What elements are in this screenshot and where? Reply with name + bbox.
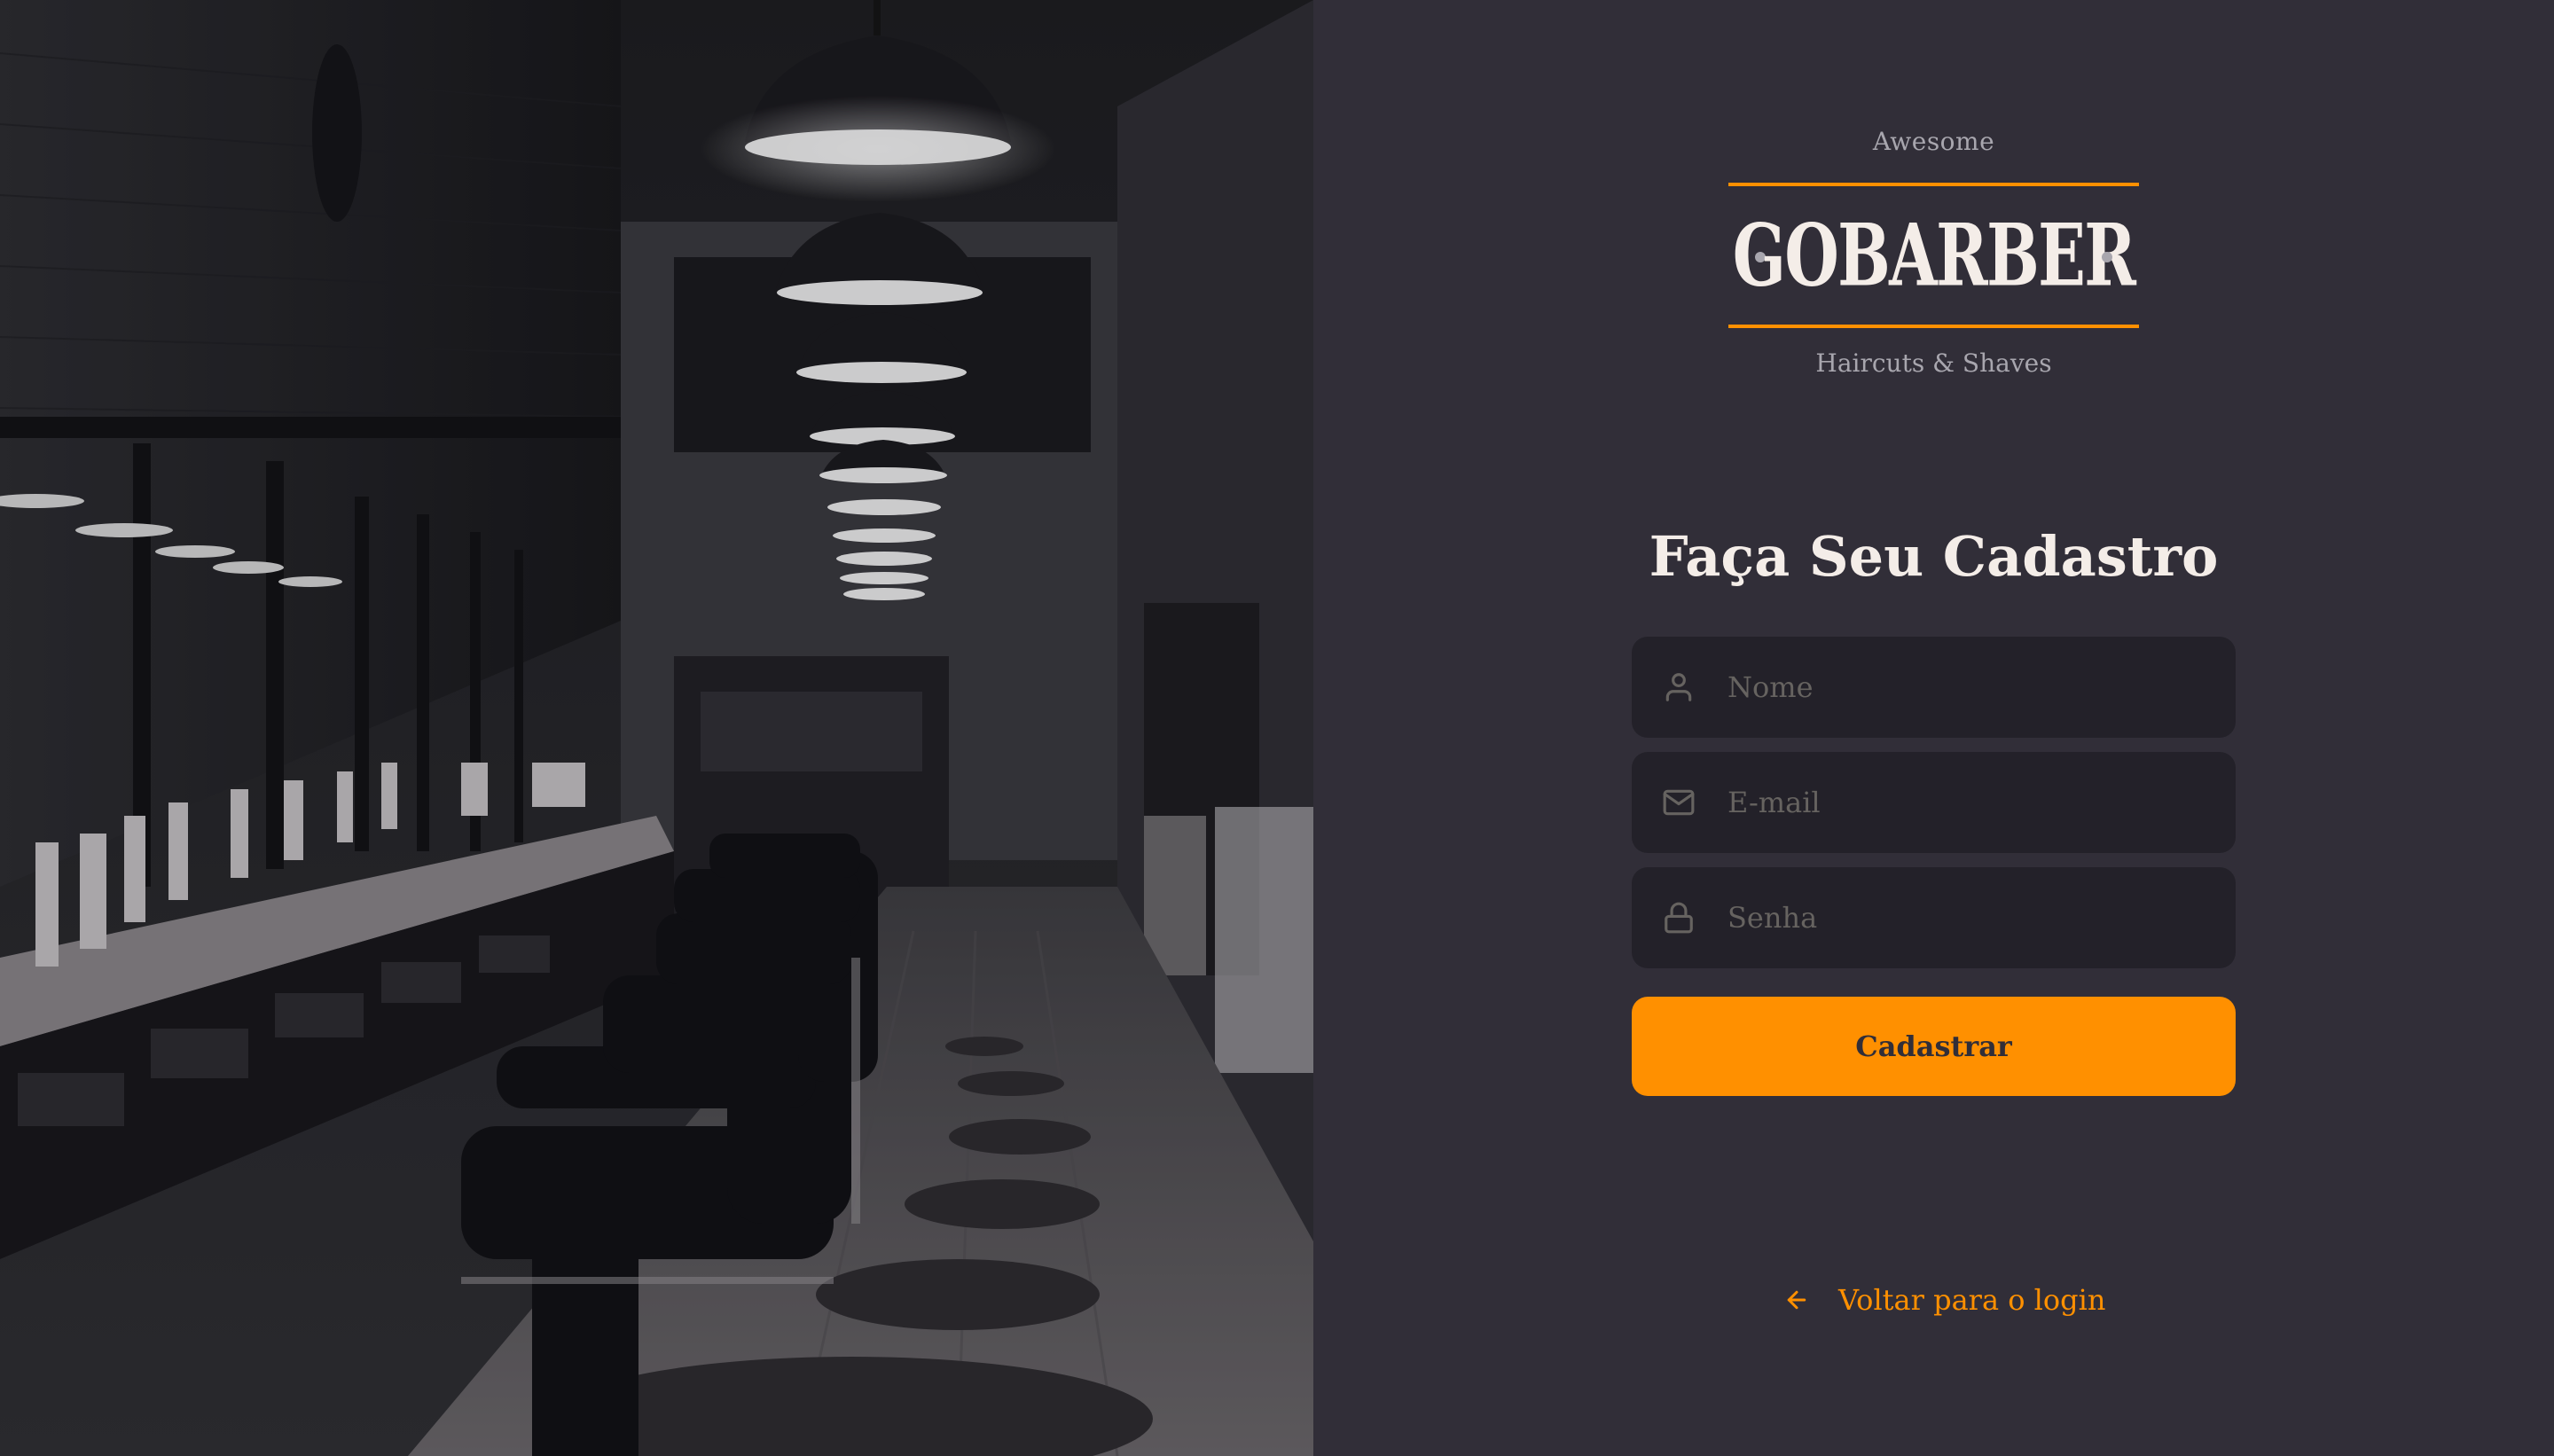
password-input[interactable] bbox=[1727, 867, 2206, 968]
logo-tagline-bottom: Haircuts & Shaves bbox=[1815, 348, 2052, 378]
name-field[interactable] bbox=[1632, 637, 2236, 738]
page-title: Faça Seu Cadastro bbox=[1649, 524, 2219, 589]
email-input[interactable] bbox=[1727, 752, 2206, 853]
back-to-login-label: Voltar para o login bbox=[1838, 1283, 2106, 1317]
barbershop-background-image bbox=[0, 0, 1313, 1456]
logo-wordmark-row: GOBARBER bbox=[1728, 186, 2139, 325]
gobarber-logo: Awesome GOBARBER Haircuts & Shaves bbox=[1728, 124, 2139, 390]
lock-icon bbox=[1665, 902, 1693, 934]
logo-tagline-top: Awesome bbox=[1872, 127, 1995, 156]
password-field[interactable] bbox=[1632, 867, 2236, 968]
logo-wordmark: GOBARBER bbox=[1732, 205, 2136, 306]
email-field[interactable] bbox=[1632, 752, 2236, 853]
logo-dot-icon bbox=[2102, 252, 2112, 262]
mail-icon bbox=[1663, 789, 1695, 816]
back-to-login-link[interactable]: Voltar para o login bbox=[1783, 1277, 2105, 1323]
logo-divider-bottom bbox=[1728, 325, 2139, 328]
user-icon bbox=[1665, 673, 1692, 701]
signup-page: Awesome GOBARBER Haircuts & Shaves Faça … bbox=[0, 0, 2554, 1456]
signup-panel: Awesome GOBARBER Haircuts & Shaves Faça … bbox=[1313, 0, 2554, 1456]
arrow-left-icon bbox=[1787, 1290, 1806, 1310]
signup-button[interactable]: Cadastrar bbox=[1632, 997, 2236, 1096]
name-input[interactable] bbox=[1727, 637, 2206, 738]
